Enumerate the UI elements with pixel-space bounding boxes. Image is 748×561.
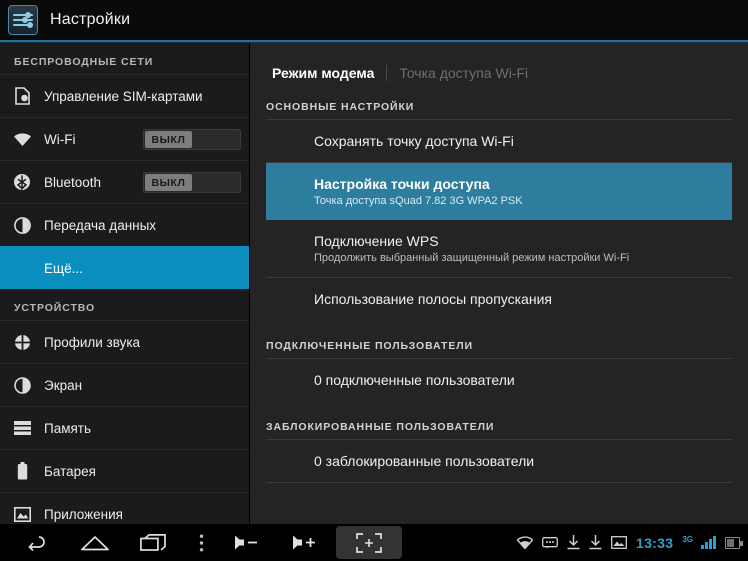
volume-down-icon[interactable]	[220, 524, 278, 561]
main-section-header-blocked-users: ЗАБЛОКИРОВАННЫЕ ПОЛЬЗОВАТЕЛИ	[266, 421, 732, 440]
row-bandwidth-usage[interactable]: Использование полосы пропускания	[266, 278, 732, 320]
sidebar-item-label: Wi-Fi	[44, 131, 76, 147]
sound-profile-icon	[10, 330, 34, 354]
sidebar-item-sim-management[interactable]: Управление SIM-картами	[0, 74, 249, 117]
storage-icon	[10, 416, 34, 440]
battery-status-icon	[725, 536, 743, 549]
content-body: БЕСПРОВОДНЫЕ СЕТИ Управление SIM-картами…	[0, 43, 748, 525]
volume-up-icon[interactable]	[278, 524, 336, 561]
row-connected-users[interactable]: 0 подключенные пользователи	[266, 359, 732, 401]
main-section-header-general: ОСНОВНЫЕ НАСТРОЙКИ	[266, 101, 732, 120]
sidebar-item-label: Память	[44, 420, 92, 436]
menu-icon[interactable]	[182, 524, 220, 561]
data-usage-icon	[10, 213, 34, 237]
sidebar-item-sound-profiles[interactable]: Профили звука	[0, 320, 249, 363]
settings-app-window: Настройки БЕСПРОВОДНЫЕ СЕТИ Управление S…	[0, 0, 748, 561]
sidebar-item-apps[interactable]: Приложения	[0, 492, 249, 525]
sidebar-item-label: Ещё...	[44, 260, 83, 276]
tab-bar: Режим модема Точка доступа Wi-Fi	[250, 43, 748, 81]
download-icon	[567, 535, 580, 550]
sms-icon	[542, 536, 558, 549]
sidebar-item-more[interactable]: Ещё...	[0, 246, 249, 289]
sidebar-item-label: Передача данных	[44, 217, 157, 233]
status-icons: 13:33 3G	[517, 535, 748, 551]
tab-wifi-hotspot[interactable]: Точка доступа Wi-Fi	[386, 65, 540, 81]
row-subtitle: Точка доступа sQuad 7.82 3G WPA2 PSK	[314, 195, 523, 207]
row-keep-wifi-hotspot[interactable]: Сохранять точку доступа Wi-Fi	[266, 120, 732, 163]
sidebar-item-wifi[interactable]: Wi-Fi ВЫКЛ	[0, 117, 249, 160]
row-title: Подключение WPS	[314, 233, 439, 249]
clock: 13:33	[636, 534, 674, 551]
navigation-bar: 13:33 3G	[0, 524, 748, 561]
sidebar-item-label: Экран	[44, 377, 83, 393]
bluetooth-toggle[interactable]: ВЫКЛ	[143, 172, 241, 193]
sidebar-section-header-device: УСТРОЙСТВО	[14, 302, 96, 314]
bluetooth-icon	[10, 170, 34, 194]
row-hotspot-configure[interactable]: Настройка точки доступа Точка доступа sQ…	[266, 163, 732, 220]
sidebar-item-label: Приложения	[44, 506, 123, 522]
sidebar-item-label: Управление SIM-картами	[44, 88, 203, 104]
settings-sliders-icon	[8, 5, 38, 35]
wifi-toggle[interactable]: ВЫКЛ	[143, 129, 241, 150]
wifi-icon	[10, 127, 34, 151]
sidebar-item-display[interactable]: Экран	[0, 363, 249, 406]
sidebar-item-label: Профили звука	[44, 334, 141, 350]
title-bar: Настройки	[0, 0, 748, 40]
row-title: Сохранять точку доступа Wi-Fi	[314, 133, 514, 149]
bluetooth-toggle-label: ВЫКЛ	[145, 174, 192, 191]
apps-icon	[10, 502, 34, 525]
wifi-toggle-label: ВЫКЛ	[145, 131, 192, 148]
row-title: Использование полосы пропускания	[314, 291, 552, 307]
screenshot-icon[interactable]	[336, 526, 402, 559]
sidebar-item-bluetooth[interactable]: Bluetooth ВЫКЛ	[0, 160, 249, 203]
row-title: Настройка точки доступа	[314, 176, 490, 192]
screenshot-saved-icon	[611, 536, 627, 549]
network-type-label: 3G	[682, 534, 693, 544]
sidebar-item-data-usage[interactable]: Передача данных	[0, 203, 249, 246]
main-panel: Режим модема Точка доступа Wi-Fi ОСНОВНЫ…	[250, 43, 748, 525]
tab-tethering[interactable]: Режим модема	[272, 65, 386, 81]
download-icon	[589, 535, 602, 550]
sidebar-item-storage[interactable]: Память	[0, 406, 249, 449]
recents-icon[interactable]	[124, 524, 182, 561]
display-icon	[10, 373, 34, 397]
sidebar-item-label: Bluetooth	[44, 174, 102, 190]
row-title: 0 заблокированные пользователи	[314, 453, 535, 469]
row-blocked-users[interactable]: 0 заблокированные пользователи	[266, 440, 732, 483]
row-subtitle: Продолжить выбранный защищенный режим на…	[314, 252, 630, 264]
home-icon[interactable]	[66, 524, 124, 561]
sidebar-item-label: Батарея	[44, 463, 96, 479]
back-icon[interactable]	[8, 524, 66, 561]
sidebar-item-battery[interactable]: Батарея	[0, 449, 249, 492]
sidebar: БЕСПРОВОДНЫЕ СЕТИ Управление SIM-картами…	[0, 43, 250, 525]
row-wps-connection[interactable]: Подключение WPS Продолжить выбранный защ…	[266, 220, 732, 278]
sim-card-icon	[10, 84, 34, 108]
signal-strength-icon	[701, 536, 716, 549]
row-title: 0 подключенные пользователи	[314, 372, 515, 388]
wifi-status-icon	[517, 536, 534, 549]
sidebar-section-header-wireless: БЕСПРОВОДНЫЕ СЕТИ	[14, 56, 154, 68]
main-section-header-connected-users: ПОДКЛЮЧЕННЫЕ ПОЛЬЗОВАТЕЛИ	[266, 340, 732, 359]
page-title: Настройки	[50, 11, 131, 28]
nav-buttons	[0, 524, 402, 561]
battery-icon	[10, 459, 34, 483]
